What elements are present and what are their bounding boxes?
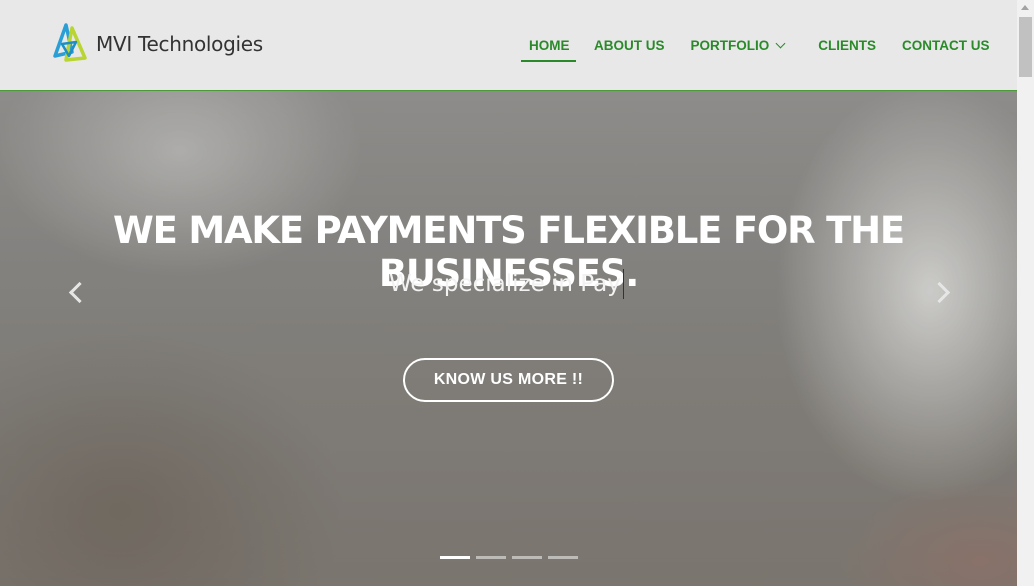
site-header: MVI Technologies HOME ABOUT US PORTFOLIO… xyxy=(0,0,1017,91)
chevron-down-icon xyxy=(775,38,786,48)
nav-contact-us[interactable]: CONTACT US xyxy=(902,0,990,90)
page-scrollbar[interactable] xyxy=(1017,0,1034,586)
hero-typed-text: We specialize in Pay xyxy=(389,271,621,297)
hero-background xyxy=(0,91,1017,586)
carousel-indicator-3[interactable] xyxy=(512,556,542,559)
brand-logo[interactable]: MVI Technologies xyxy=(52,22,263,64)
know-us-more-button[interactable]: KNOW US MORE !! xyxy=(403,358,614,402)
nav-contact-us-label: CONTACT US xyxy=(902,37,990,53)
nav-home-label: HOME xyxy=(529,37,570,53)
scrollbar-thumb[interactable] xyxy=(1019,17,1032,77)
nav-portfolio-label: PORTFOLIO xyxy=(690,37,770,53)
nav-home[interactable]: HOME xyxy=(521,0,576,90)
nav-about-us[interactable]: ABOUT US xyxy=(594,0,665,90)
hero-typed-line: We specialize in Pay xyxy=(389,269,625,299)
hero-carousel: WE MAKE PAYMENTS FLEXIBLE FOR THE BUSINE… xyxy=(0,91,1017,586)
nav-portfolio[interactable]: PORTFOLIO xyxy=(690,0,786,90)
scroll-up-arrow-icon[interactable] xyxy=(1021,5,1029,10)
carousel-indicator-4[interactable] xyxy=(548,556,578,559)
typing-caret xyxy=(622,269,625,299)
carousel-indicator-2[interactable] xyxy=(476,556,506,559)
brand-name: MVI Technologies xyxy=(96,32,263,56)
nav-clients[interactable]: CLIENTS xyxy=(818,0,876,90)
nav-about-us-label: ABOUT US xyxy=(594,37,665,53)
carousel-indicators xyxy=(440,556,584,559)
carousel-indicator-1[interactable] xyxy=(440,556,470,559)
main-nav: HOME ABOUT US PORTFOLIO CLIENTS CONTACT … xyxy=(521,0,990,90)
mvi-logo-icon xyxy=(53,23,87,62)
page: MVI Technologies HOME ABOUT US PORTFOLIO… xyxy=(0,0,1017,586)
nav-clients-label: CLIENTS xyxy=(818,37,877,53)
